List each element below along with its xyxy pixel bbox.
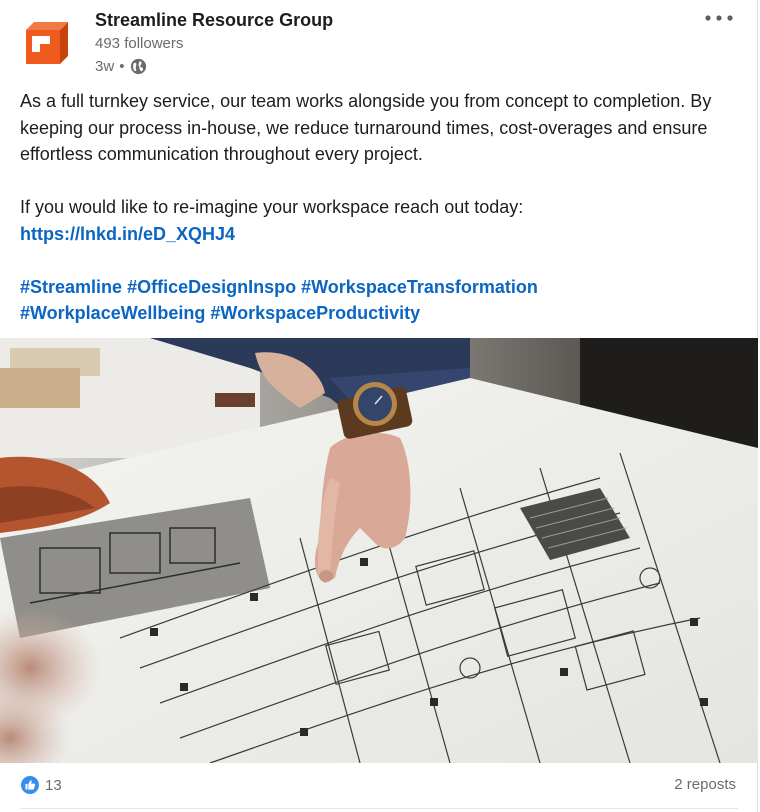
company-name[interactable]: Streamline Resource Group <box>95 10 333 31</box>
more-options-icon <box>705 15 733 21</box>
post-time: 3w <box>95 57 115 75</box>
post-meta: 3w • <box>95 56 147 76</box>
reaction-count: 13 <box>45 776 62 794</box>
follower-count: 493 followers <box>95 35 184 52</box>
feed-post: Streamline Resource Group 493 followers … <box>0 0 758 812</box>
hashtag-officedesigninspo[interactable]: #OfficeDesignInspo <box>127 277 296 297</box>
hashtag-workspacetransformation[interactable]: #WorkspaceTransformation <box>301 277 538 297</box>
reposts-count[interactable]: 2 reposts <box>674 776 736 793</box>
hashtag-workspaceproductivity[interactable]: #WorkspaceProductivity <box>210 303 420 323</box>
post-image[interactable] <box>0 338 758 763</box>
hashtag-workplacewellbeing[interactable]: #WorkplaceWellbeing <box>20 303 205 323</box>
footer-divider <box>20 808 738 809</box>
post-paragraph-2: If you would like to re-imagine your wor… <box>20 197 524 217</box>
floor-plan-photo <box>0 338 758 763</box>
company-logo-icon[interactable] <box>22 12 78 68</box>
hashtags-line-2: #WorkplaceWellbeing #WorkspaceProductivi… <box>20 300 738 327</box>
reactions-summary[interactable]: 13 <box>20 775 62 795</box>
post-paragraph-1: As a full turnkey service, our team work… <box>20 91 712 164</box>
post-link[interactable]: https://lnkd.in/eD_XQHJ4 <box>20 224 235 244</box>
more-options-button[interactable] <box>703 8 735 28</box>
hashtags-line-1: #Streamline #OfficeDesignInspo #Workspac… <box>20 274 738 301</box>
hashtag-streamline[interactable]: #Streamline <box>20 277 122 297</box>
post-body: As a full turnkey service, our team work… <box>20 88 738 327</box>
meta-separator: • <box>119 57 125 75</box>
like-icon <box>20 775 40 795</box>
streamline-logo-icon <box>26 22 68 64</box>
social-counts-bar: 13 2 reposts <box>0 763 758 811</box>
globe-icon <box>130 58 147 75</box>
